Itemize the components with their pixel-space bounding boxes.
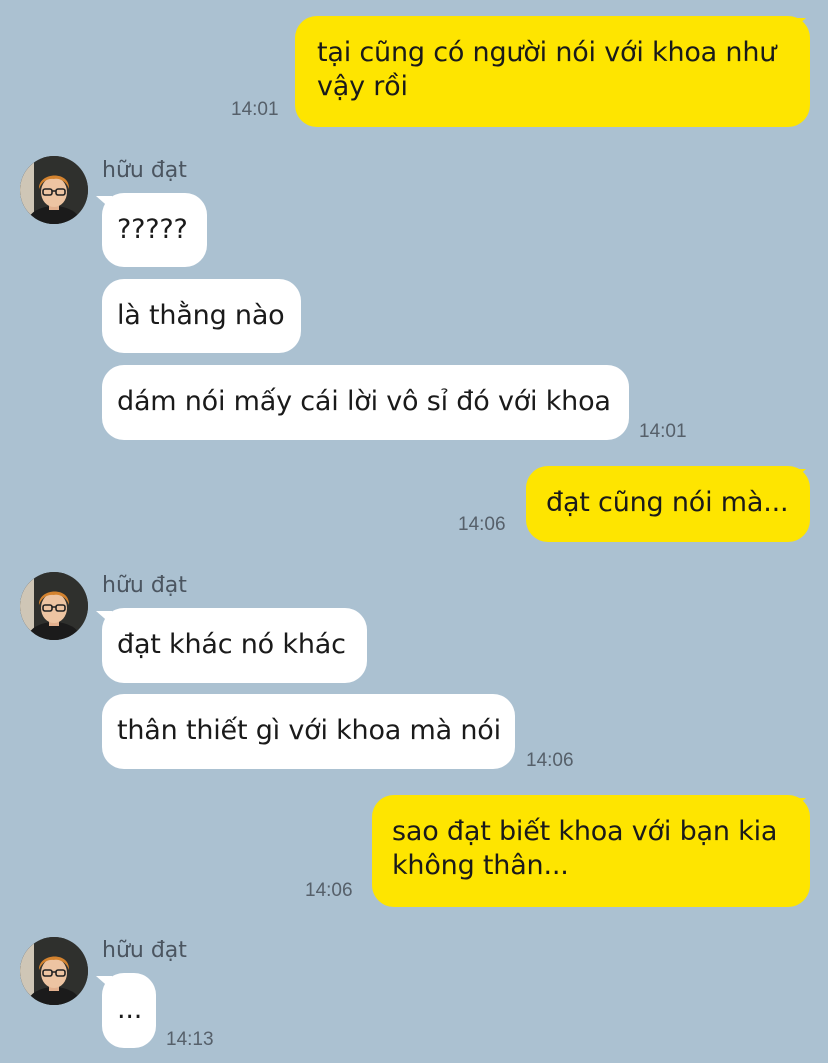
message-text-line: không thân...: [392, 850, 569, 881]
message-text-line: tại cũng có người nói với khoa như: [317, 37, 777, 68]
sender-name: hữu đạt: [102, 158, 187, 183]
message-text: là thằng nào: [117, 300, 285, 331]
message-text: đạt khác nó khác: [117, 629, 346, 660]
contact-avatar[interactable]: [20, 937, 88, 1005]
message-timestamp: 14:01: [639, 421, 687, 442]
their-message-bubble[interactable]: dám nói mấy cái lời vô sỉ đó với khoa: [102, 365, 629, 440]
my-message-bubble[interactable]: tại cũng có người nói với khoa như vậy r…: [295, 16, 810, 127]
message-timestamp: 14:06: [458, 514, 506, 535]
message-text: dám nói mấy cái lời vô sỉ đó với khoa: [117, 386, 611, 417]
their-message-bubble[interactable]: thân thiết gì với khoa mà nói: [102, 694, 515, 769]
their-message-bubble[interactable]: đạt khác nó khác: [102, 608, 367, 683]
message-text: thân thiết gì với khoa mà nói: [117, 715, 501, 746]
message-timestamp: 14:01: [231, 99, 279, 120]
my-message-bubble[interactable]: sao đạt biết khoa với bạn kia không thân…: [372, 795, 810, 907]
message-timestamp: 14:06: [526, 750, 574, 771]
user-photo-avatar-icon: [20, 156, 88, 224]
contact-avatar[interactable]: [20, 156, 88, 224]
message-text: ...: [117, 994, 143, 1025]
message-text-line: vậy rồi: [317, 71, 408, 102]
their-message-bubble[interactable]: ...: [102, 973, 156, 1048]
their-message-bubble[interactable]: ?????: [102, 193, 207, 267]
sender-name: hữu đạt: [102, 573, 187, 598]
contact-avatar[interactable]: [20, 572, 88, 640]
my-message-bubble[interactable]: đạt cũng nói mà...: [526, 466, 810, 542]
user-photo-avatar-icon: [20, 572, 88, 640]
message-timestamp: 14:06: [305, 880, 353, 901]
sender-name: hữu đạt: [102, 938, 187, 963]
message-timestamp: 14:13: [166, 1029, 214, 1050]
message-text: ?????: [117, 214, 188, 245]
user-photo-avatar-icon: [20, 937, 88, 1005]
message-text: đạt cũng nói mà...: [546, 487, 789, 518]
their-message-bubble[interactable]: là thằng nào: [102, 279, 301, 353]
message-text-line: sao đạt biết khoa với bạn kia: [392, 816, 778, 847]
